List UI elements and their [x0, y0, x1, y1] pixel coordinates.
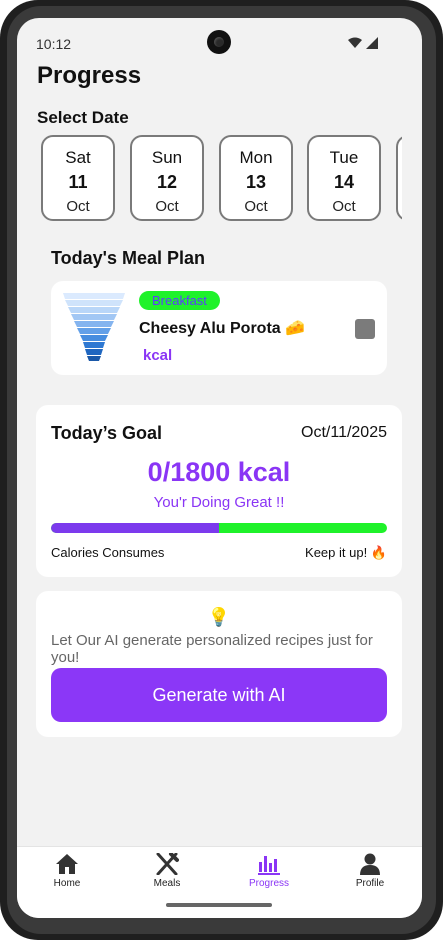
goal-date: Oct/11/2025	[301, 424, 387, 441]
date-month: Oct	[244, 198, 268, 215]
date-month: Oct	[66, 198, 90, 215]
tab-meals[interactable]: Meals	[132, 853, 202, 889]
date-weekday: Sun	[151, 148, 183, 167]
meal-kcal: kcal	[143, 347, 173, 364]
meal-name: Cheesy Alu Porota 🧀	[139, 320, 306, 337]
generate-ai-button[interactable]: Generate with AI	[51, 668, 387, 722]
ai-description: Let Our AI generate personalized recipes…	[51, 632, 373, 666]
bar-chart-icon	[258, 856, 280, 875]
calorie-progress-bar	[51, 523, 387, 533]
date-card[interactable]: Mon 13 Oct	[219, 135, 293, 221]
tab-label: Profile	[355, 878, 385, 889]
goal-card: Today’s Goal Oct/11/2025 0/1800 kcal You…	[36, 405, 402, 577]
date-month: Oct	[155, 198, 179, 215]
meal-card[interactable]: Breakfast Cheesy Alu Porota 🧀 kcal	[51, 281, 387, 375]
date-day: 13	[245, 172, 267, 192]
date-card[interactable]: Sat 11 Oct	[41, 135, 115, 221]
lightbulb-icon: 💡	[207, 607, 231, 627]
home-icon	[56, 854, 78, 874]
date-card-partial[interactable]	[396, 135, 402, 221]
goal-title: Today’s Goal	[51, 423, 163, 443]
signal-icon	[348, 36, 380, 52]
tab-label: Meals	[153, 878, 181, 889]
status-time: 10:12	[36, 36, 72, 52]
tab-progress[interactable]: Progress	[234, 853, 304, 889]
tab-label: Home	[53, 878, 81, 889]
bottom-tab-bar: Home Meals Progress Profile	[17, 846, 422, 918]
select-date-label: Select Date	[37, 108, 129, 127]
date-day: 11	[68, 172, 88, 192]
ai-card: 💡 Let Our AI generate personalized recip…	[36, 591, 402, 737]
home-indicator[interactable]	[166, 903, 272, 907]
meal-plan-title: Today's Meal Plan	[51, 248, 205, 268]
date-day: 12	[156, 172, 178, 192]
goal-message: You'r Doing Great !!	[153, 494, 285, 511]
app-screen: 10:12 Progress Select Date Sat 11 Oct Su…	[17, 18, 422, 918]
tab-home[interactable]: Home	[32, 853, 102, 889]
date-month: Oct	[332, 198, 356, 215]
tab-profile[interactable]: Profile	[335, 853, 405, 889]
date-weekday: Mon	[239, 148, 273, 167]
date-weekday: Tue	[329, 148, 359, 167]
meal-checkbox[interactable]	[355, 319, 375, 339]
date-weekday: Sat	[65, 148, 91, 167]
calorie-progress-fill	[51, 523, 219, 533]
meal-type-badge: Breakfast	[139, 291, 220, 310]
date-card[interactable]: Sun 12 Oct	[130, 135, 204, 221]
date-day: 14	[333, 172, 355, 192]
calorie-count: 0/1800 kcal	[147, 457, 291, 487]
date-card[interactable]: Tue 14 Oct	[307, 135, 381, 221]
calories-consumed-label: Calories Consumes	[51, 545, 165, 560]
status-bar: 10:12	[17, 18, 422, 66]
utensils-icon	[156, 853, 179, 875]
person-icon	[360, 853, 380, 875]
encouragement-label: Keep it up! 🔥	[305, 545, 387, 560]
page-title: Progress	[37, 62, 142, 89]
food-pyramid-image	[63, 293, 125, 361]
tab-label: Progress	[248, 878, 289, 889]
front-camera	[207, 30, 231, 54]
date-picker[interactable]: Sat 11 Oct Sun 12 Oct Mon 13 Oct Tue 14 …	[41, 135, 402, 229]
